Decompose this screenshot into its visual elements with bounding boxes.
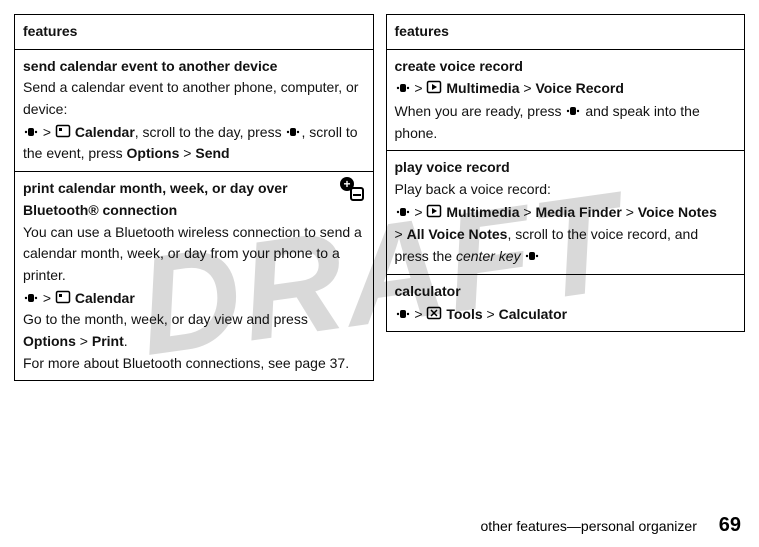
- left-column: features send calendar event to another …: [14, 14, 374, 381]
- row-calculator: calculator > Tools > Calculator: [386, 274, 745, 331]
- calendar-label: Calendar: [75, 124, 135, 140]
- gt1: >: [39, 290, 55, 306]
- center-key-icon: [285, 124, 301, 140]
- path-text: > Tools > Calculator: [395, 303, 737, 326]
- calendar-app-icon: [55, 123, 71, 139]
- options-label: Options: [23, 333, 76, 349]
- feature-title: play voice record: [395, 157, 737, 179]
- gt1: >: [411, 80, 427, 96]
- body-text: Send a calendar event to another phone, …: [23, 77, 365, 120]
- feature-title: create voice record: [395, 56, 737, 78]
- svg-text:+: +: [343, 177, 350, 191]
- path-text: > Calendar: [23, 287, 365, 310]
- page-columns: features send calendar event to another …: [0, 0, 759, 381]
- body-text: Go to the month, week, or day view and p…: [23, 309, 365, 352]
- center-key-icon: [395, 80, 411, 96]
- center-key-icon: [23, 290, 39, 306]
- path-text: > Multimedia > Voice Record: [395, 77, 737, 100]
- body-text: For more about Bluetooth connections, se…: [23, 353, 365, 375]
- path-text: > Multimedia > Media Finder > Voice Note…: [395, 201, 737, 268]
- row-play-voice: play voice record Play back a voice reco…: [386, 151, 745, 274]
- print-label: Print: [92, 333, 124, 349]
- mid-text: , scroll to the day, press: [135, 124, 286, 140]
- multimedia-label: Multimedia: [446, 204, 519, 220]
- gt1: >: [39, 124, 55, 140]
- center-key-icon: [565, 103, 581, 119]
- feature-title: calculator: [395, 281, 737, 303]
- gt2: >: [76, 333, 92, 349]
- gt4: >: [395, 226, 407, 242]
- calendar-app-icon: [55, 289, 71, 305]
- row-send-calendar: send calendar event to another device Se…: [15, 49, 374, 171]
- multimedia-label: Multimedia: [446, 80, 519, 96]
- voice-record-label: Voice Record: [535, 80, 623, 96]
- body-text: When you are ready, press and speak into…: [395, 100, 737, 144]
- row-create-voice: create voice record > Multimedia > Voice…: [386, 49, 745, 151]
- multimedia-app-icon: [426, 79, 442, 95]
- right-column: features create voice record > Multimedi…: [386, 14, 746, 381]
- bluetooth-badge-icon: +: [339, 176, 365, 209]
- gt1: >: [411, 306, 427, 322]
- send-label: Send: [195, 145, 229, 161]
- gt2: >: [179, 145, 195, 161]
- center-key-icon: [23, 124, 39, 140]
- right-header: features: [386, 15, 745, 50]
- path-text: > Calendar, scroll to the day, press , s…: [23, 121, 365, 165]
- calendar-label: Calendar: [75, 290, 135, 306]
- center-key-icon: [524, 248, 540, 264]
- gt2: >: [519, 80, 535, 96]
- row-print-calendar: + print calendar month, week, or day ove…: [15, 172, 374, 381]
- left-table: features send calendar event to another …: [14, 14, 374, 381]
- calculator-label: Calculator: [499, 306, 567, 322]
- feature-title: send calendar event to another device: [23, 56, 365, 78]
- center-key-icon: [395, 204, 411, 220]
- multimedia-app-icon: [426, 203, 442, 219]
- page-number: 69: [719, 514, 741, 536]
- feature-title: print calendar month, week, or day over …: [23, 178, 365, 221]
- media-finder-label: Media Finder: [535, 204, 621, 220]
- center-key-icon: [395, 306, 411, 322]
- options-label: Options: [127, 145, 180, 161]
- center-key-text: center key: [456, 248, 521, 264]
- gt2: >: [519, 204, 535, 220]
- page-footer: other features—personal organizer 69: [481, 514, 741, 537]
- body-text: Play back a voice record:: [395, 179, 737, 201]
- section-title: other features—personal organizer: [481, 518, 697, 534]
- gt3: >: [622, 204, 638, 220]
- tools-app-icon: [426, 305, 442, 321]
- gt2: >: [483, 306, 499, 322]
- right-table: features create voice record > Multimedi…: [386, 14, 746, 332]
- left-header: features: [15, 15, 374, 50]
- tools-label: Tools: [446, 306, 482, 322]
- voice-notes-label: Voice Notes: [638, 204, 717, 220]
- body-text: You can use a Bluetooth wireless connect…: [23, 222, 365, 287]
- gt1: >: [411, 204, 427, 220]
- all-voice-notes-label: All Voice Notes: [407, 226, 508, 242]
